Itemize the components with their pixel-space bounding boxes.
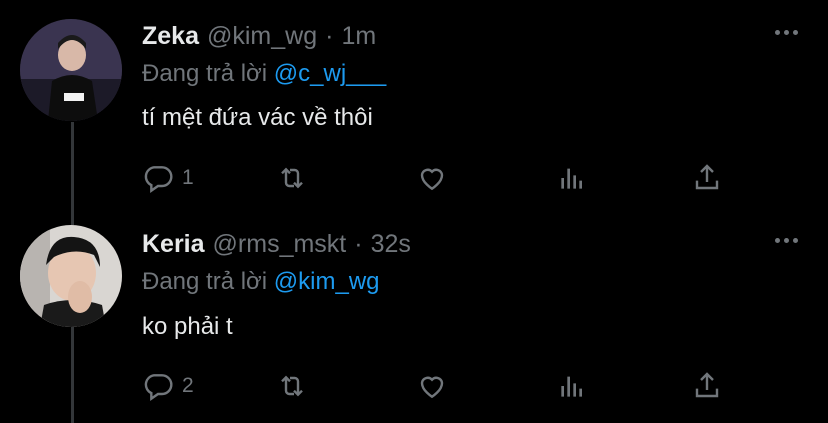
share-button[interactable]	[691, 368, 723, 404]
replying-to-label: Đang trả lời	[142, 268, 268, 295]
like-icon	[420, 376, 444, 399]
more-icon[interactable]	[775, 238, 798, 243]
separator-dot: ·	[325, 22, 334, 50]
reply-icon	[144, 374, 173, 401]
reply-tweet[interactable]: Keria @rms_mskt · 32s Đang trả lời @kim_…	[0, 205, 828, 410]
avatar[interactable]	[20, 19, 122, 121]
replying-to: Đang trả lời @c_wj___	[142, 60, 386, 88]
replying-to: Đang trả lời @kim_wg	[142, 268, 380, 296]
retweet-button[interactable]	[276, 160, 308, 196]
reply-button[interactable]: 1	[142, 160, 194, 196]
mention-link[interactable]: @c_wj___	[274, 60, 386, 87]
retweet-button[interactable]	[276, 368, 308, 404]
separator-dot: ·	[354, 230, 363, 258]
stats-button[interactable]	[556, 368, 588, 404]
share-icon	[695, 164, 719, 190]
reply-count: 2	[182, 374, 194, 397]
reply-tweet[interactable]: Zeka @kim_wg · 1m Đang trả lời @c_wj___ …	[0, 0, 828, 205]
stats-icon	[561, 168, 582, 189]
retweet-icon	[281, 167, 303, 189]
action-bar: 2	[0, 368, 828, 404]
share-icon	[695, 372, 719, 398]
more-icon[interactable]	[775, 30, 798, 35]
tweet-text: ko phải t	[142, 313, 233, 340]
display-name[interactable]: Zeka	[142, 22, 199, 51]
stats-icon	[561, 376, 582, 397]
user-handle[interactable]: @rms_mskt	[213, 230, 347, 259]
tweet-text: tí mệt đứa vác về thôi	[142, 104, 373, 131]
action-bar: 1	[0, 160, 828, 196]
like-button[interactable]	[416, 368, 448, 404]
reply-count: 1	[182, 166, 194, 189]
replying-to-label: Đang trả lời	[142, 60, 268, 87]
timestamp[interactable]: 32s	[371, 230, 411, 259]
avatar[interactable]	[20, 225, 122, 327]
retweet-icon	[281, 375, 303, 397]
display-name[interactable]: Keria	[142, 230, 205, 259]
share-button[interactable]	[691, 160, 723, 196]
timestamp[interactable]: 1m	[341, 22, 376, 51]
user-handle[interactable]: @kim_wg	[207, 22, 317, 51]
like-button[interactable]	[416, 160, 448, 196]
mention-link[interactable]: @kim_wg	[274, 268, 380, 295]
like-icon	[420, 168, 444, 191]
stats-button[interactable]	[556, 160, 588, 196]
reply-button[interactable]: 2	[142, 368, 194, 404]
reply-icon	[144, 166, 173, 193]
